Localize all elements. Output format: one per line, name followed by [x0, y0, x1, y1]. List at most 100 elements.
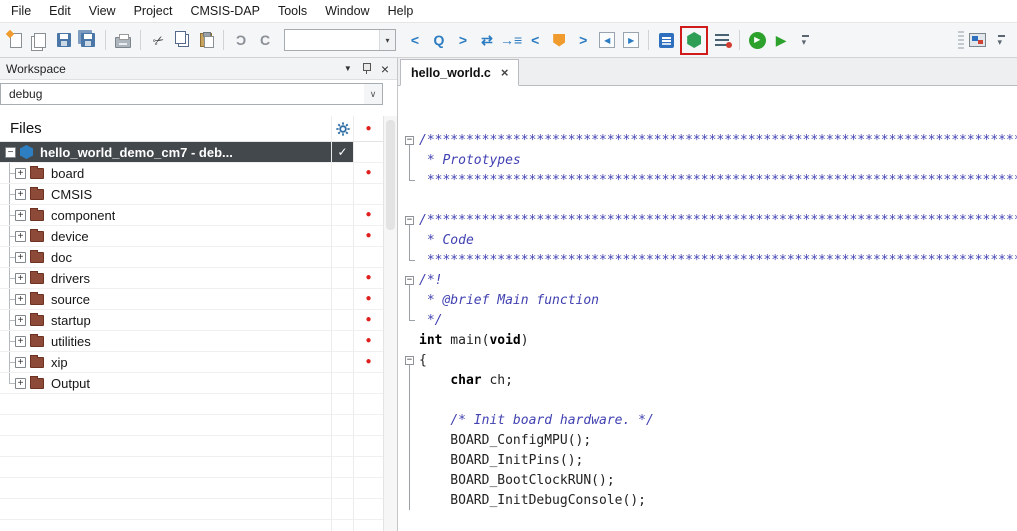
fold-collapse-icon[interactable]: − [405, 356, 414, 365]
menu-project[interactable]: Project [125, 2, 182, 20]
replace-icon[interactable]: ⇄ [476, 29, 498, 52]
print-icon[interactable] [112, 29, 134, 52]
tree-dot-cell: ● [353, 289, 383, 309]
breakpoints-icon [715, 34, 729, 46]
tab-hello-world-c[interactable]: hello_world.c × [400, 59, 519, 86]
menu-cmsis-dap[interactable]: CMSIS-DAP [181, 2, 268, 20]
fold-margin [400, 410, 419, 430]
expander-icon[interactable]: + [15, 294, 26, 305]
debug-without-downloading-icon[interactable]: ▶ [770, 29, 792, 52]
copy-icon[interactable] [171, 29, 193, 52]
menu-window[interactable]: Window [316, 2, 378, 20]
expander-icon[interactable]: + [15, 168, 26, 179]
menu-file[interactable]: File [2, 2, 40, 20]
toolbar-separator [140, 30, 141, 50]
tree-dot-cell [353, 457, 383, 477]
tree-row-hello-world-demo-cm7-deb[interactable]: −hello_world_demo_cm7 - deb...✓ [0, 142, 383, 163]
expander-icon[interactable]: − [5, 147, 16, 158]
tree-connector [3, 205, 15, 225]
open-document-icon[interactable] [29, 29, 51, 52]
navigate-back-icon[interactable]: ◀ [596, 29, 618, 52]
tree-row-xip[interactable]: +xip● [0, 352, 383, 373]
tree-row-cmsis[interactable]: +CMSIS [0, 184, 383, 205]
tree-row-startup[interactable]: +startup● [0, 310, 383, 331]
expander-icon[interactable]: + [15, 378, 26, 389]
chevron-down-icon[interactable]: ▾ [379, 30, 395, 50]
configuration-dropdown[interactable]: debug ∨ [0, 83, 383, 105]
find-previous-icon[interactable]: < [404, 29, 426, 52]
tree-check-cell [331, 373, 353, 393]
expander-icon[interactable]: + [15, 252, 26, 263]
settings-gear-cell[interactable] [331, 116, 353, 141]
tree-row-drivers[interactable]: +drivers● [0, 268, 383, 289]
tree-empty-row [0, 457, 383, 478]
download-and-debug-icon[interactable]: ▶ [746, 29, 768, 52]
menu-edit[interactable]: Edit [40, 2, 80, 20]
tree-row-source[interactable]: +source● [0, 289, 383, 310]
save-all-icon[interactable] [77, 29, 99, 52]
code-text: BOARD_InitDebugConsole(); [419, 493, 646, 508]
scrollbar-thumb[interactable] [386, 120, 395, 230]
tree-row-output[interactable]: +Output [0, 373, 383, 394]
pin-icon[interactable] [362, 62, 371, 75]
search-combo[interactable]: ▾ [284, 29, 396, 51]
new-document-icon [10, 33, 22, 48]
fold-margin[interactable]: − [400, 350, 419, 370]
fold-margin[interactable]: − [400, 270, 419, 290]
menu-help[interactable]: Help [379, 2, 423, 20]
find-previous-icon: < [411, 33, 419, 47]
fold-margin[interactable]: − [400, 130, 419, 150]
fold-margin[interactable]: − [400, 210, 419, 230]
make-icon[interactable] [655, 29, 677, 52]
cut-icon[interactable]: ✂ [147, 29, 169, 52]
code-text: /* Init board hardware. */ [419, 413, 654, 428]
board-config-icon[interactable] [966, 29, 988, 52]
expander-icon[interactable]: + [15, 210, 26, 221]
debug-icon[interactable] [683, 29, 705, 52]
toolbar-overflow-icon-2[interactable] [990, 29, 1012, 52]
print-icon [115, 37, 131, 48]
paste-icon[interactable] [195, 29, 217, 52]
redo-icon[interactable]: C [254, 29, 276, 52]
toolbar-overflow-icon[interactable] [794, 29, 816, 52]
expander-icon[interactable]: + [15, 336, 26, 347]
window-menu-icon[interactable]: ▼ [344, 65, 352, 73]
menu-view[interactable]: View [80, 2, 125, 20]
fold-margin [400, 430, 419, 450]
fold-collapse-icon[interactable]: − [405, 136, 414, 145]
fold-margin [400, 250, 419, 270]
tree-row-component[interactable]: +component● [0, 205, 383, 226]
quick-search-icon[interactable]: Q [428, 29, 450, 52]
code-editor[interactable]: −/**************************************… [398, 86, 1017, 531]
tree-dot-cell: ● [353, 310, 383, 330]
gear-icon[interactable] [336, 122, 350, 136]
new-document-icon[interactable] [5, 29, 27, 52]
workspace-scrollbar[interactable] [383, 116, 397, 531]
previous-bookmark-icon[interactable]: < [524, 29, 546, 52]
tree-row-device[interactable]: +device● [0, 226, 383, 247]
navigate-forward-icon[interactable]: ▶ [620, 29, 642, 52]
next-bookmark-icon[interactable]: > [572, 29, 594, 52]
tree-row-board[interactable]: +board● [0, 163, 383, 184]
fold-collapse-icon[interactable]: − [405, 276, 414, 285]
menu-tools[interactable]: Tools [269, 2, 316, 20]
expander-icon[interactable]: + [15, 315, 26, 326]
fold-collapse-icon[interactable]: − [405, 216, 414, 225]
tree-row-utilities[interactable]: +utilities● [0, 331, 383, 352]
code-line: int main(void) [400, 330, 1017, 350]
expander-icon[interactable]: + [15, 189, 26, 200]
folder-icon [30, 336, 44, 347]
tree-empty-row [0, 520, 383, 531]
tree-row-doc[interactable]: +doc [0, 247, 383, 268]
close-icon[interactable]: × [381, 62, 389, 76]
find-next-icon[interactable]: > [452, 29, 474, 52]
expander-icon[interactable]: + [15, 273, 26, 284]
undo-icon[interactable]: Ɔ [230, 29, 252, 52]
save-icon[interactable] [53, 29, 75, 52]
expander-icon[interactable]: + [15, 357, 26, 368]
breakpoints-icon[interactable] [711, 29, 733, 52]
expander-icon[interactable]: + [15, 231, 26, 242]
goto-line-icon[interactable]: →≡ [500, 29, 522, 52]
tab-close-icon[interactable]: × [501, 66, 509, 79]
toggle-bookmark-icon[interactable] [548, 29, 570, 52]
